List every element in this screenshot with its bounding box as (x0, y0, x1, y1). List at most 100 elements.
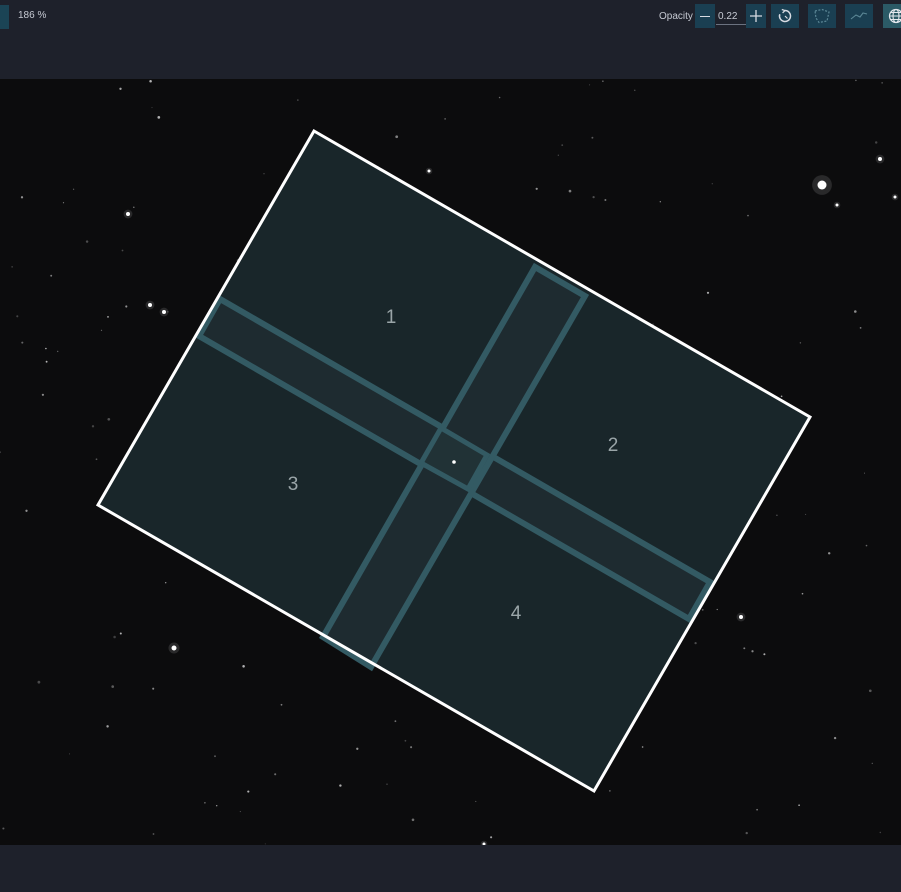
star (151, 107, 153, 109)
star (751, 650, 754, 653)
star (214, 755, 216, 758)
dashed-shape-icon (814, 8, 830, 24)
star (247, 790, 250, 793)
star (125, 305, 128, 308)
star (410, 746, 413, 749)
telescope-footprint[interactable]: 1 2 3 4 (95, 128, 813, 794)
star (652, 323, 654, 325)
star (100, 329, 103, 331)
star-glow (145, 300, 155, 310)
sky-viewer[interactable]: 1 2 3 4 (0, 79, 901, 845)
star (780, 395, 783, 398)
grid-toggle-button[interactable] (883, 4, 901, 28)
zoom-level: 186 % (18, 10, 47, 21)
star (535, 187, 538, 190)
star (107, 417, 111, 421)
star (716, 608, 718, 611)
star (404, 739, 407, 742)
star (95, 458, 98, 461)
star (694, 641, 697, 645)
secondary-toolbar (0, 34, 901, 79)
star (239, 811, 241, 813)
star (20, 196, 24, 199)
star (62, 202, 65, 204)
constellation-boundaries-button[interactable] (808, 4, 836, 28)
star (167, 311, 169, 313)
detector-label-4: 4 (511, 603, 522, 624)
star (41, 393, 45, 396)
star (874, 141, 878, 144)
minus-icon (700, 15, 710, 17)
star (119, 632, 122, 635)
star (568, 189, 572, 193)
star (21, 341, 24, 344)
star (152, 833, 155, 835)
panel-toggle-button[interactable] (0, 5, 9, 29)
star-glow (168, 642, 180, 654)
star (297, 99, 299, 101)
star (91, 425, 95, 428)
star (865, 544, 868, 547)
star (711, 183, 713, 185)
star (879, 831, 882, 834)
star (56, 350, 59, 353)
footprint-center-marker (452, 460, 456, 464)
rotate-button[interactable] (771, 4, 799, 28)
star (609, 790, 611, 792)
star (394, 720, 397, 723)
star (107, 316, 109, 318)
detector-label-1: 1 (386, 307, 397, 328)
star (68, 753, 71, 755)
bottom-bar (0, 845, 901, 892)
star (149, 80, 152, 83)
star (356, 747, 359, 750)
star-glow (833, 201, 841, 209)
rotate-icon (778, 8, 792, 23)
star (859, 327, 862, 329)
star (16, 315, 19, 318)
constellation-lines-icon (850, 12, 868, 20)
star (702, 609, 704, 611)
star (119, 87, 122, 90)
plus-icon (750, 10, 762, 22)
star (801, 592, 804, 595)
star (604, 199, 607, 201)
star (659, 201, 661, 203)
star (561, 144, 564, 146)
star (25, 509, 28, 512)
star (602, 80, 604, 82)
star (45, 360, 48, 363)
star (881, 82, 883, 84)
star (0, 451, 2, 454)
star (763, 653, 766, 656)
star (72, 188, 75, 190)
opacity-increase-button[interactable] (746, 4, 766, 28)
star (280, 703, 283, 706)
star (339, 784, 342, 787)
star (747, 214, 749, 217)
star (798, 804, 800, 807)
star (395, 135, 399, 139)
star (592, 195, 595, 199)
star (475, 800, 477, 802)
star (50, 274, 53, 277)
sky-canvas[interactable]: 1 2 3 4 (0, 79, 901, 845)
star (37, 680, 41, 684)
star (411, 818, 415, 822)
opacity-decrease-button[interactable] (695, 4, 715, 28)
constellation-lines-button[interactable] (845, 4, 873, 28)
detector-label-2: 2 (608, 435, 619, 456)
opacity-input[interactable] (716, 8, 746, 25)
star (242, 665, 245, 668)
star (111, 685, 115, 688)
star-glow (812, 175, 832, 195)
star (444, 118, 446, 120)
opacity-label: Opacity (659, 11, 693, 22)
star (855, 79, 857, 82)
globe-icon (888, 8, 901, 24)
star (776, 514, 778, 517)
star (2, 827, 5, 830)
star (833, 736, 837, 740)
star (706, 291, 710, 294)
star (157, 116, 161, 119)
